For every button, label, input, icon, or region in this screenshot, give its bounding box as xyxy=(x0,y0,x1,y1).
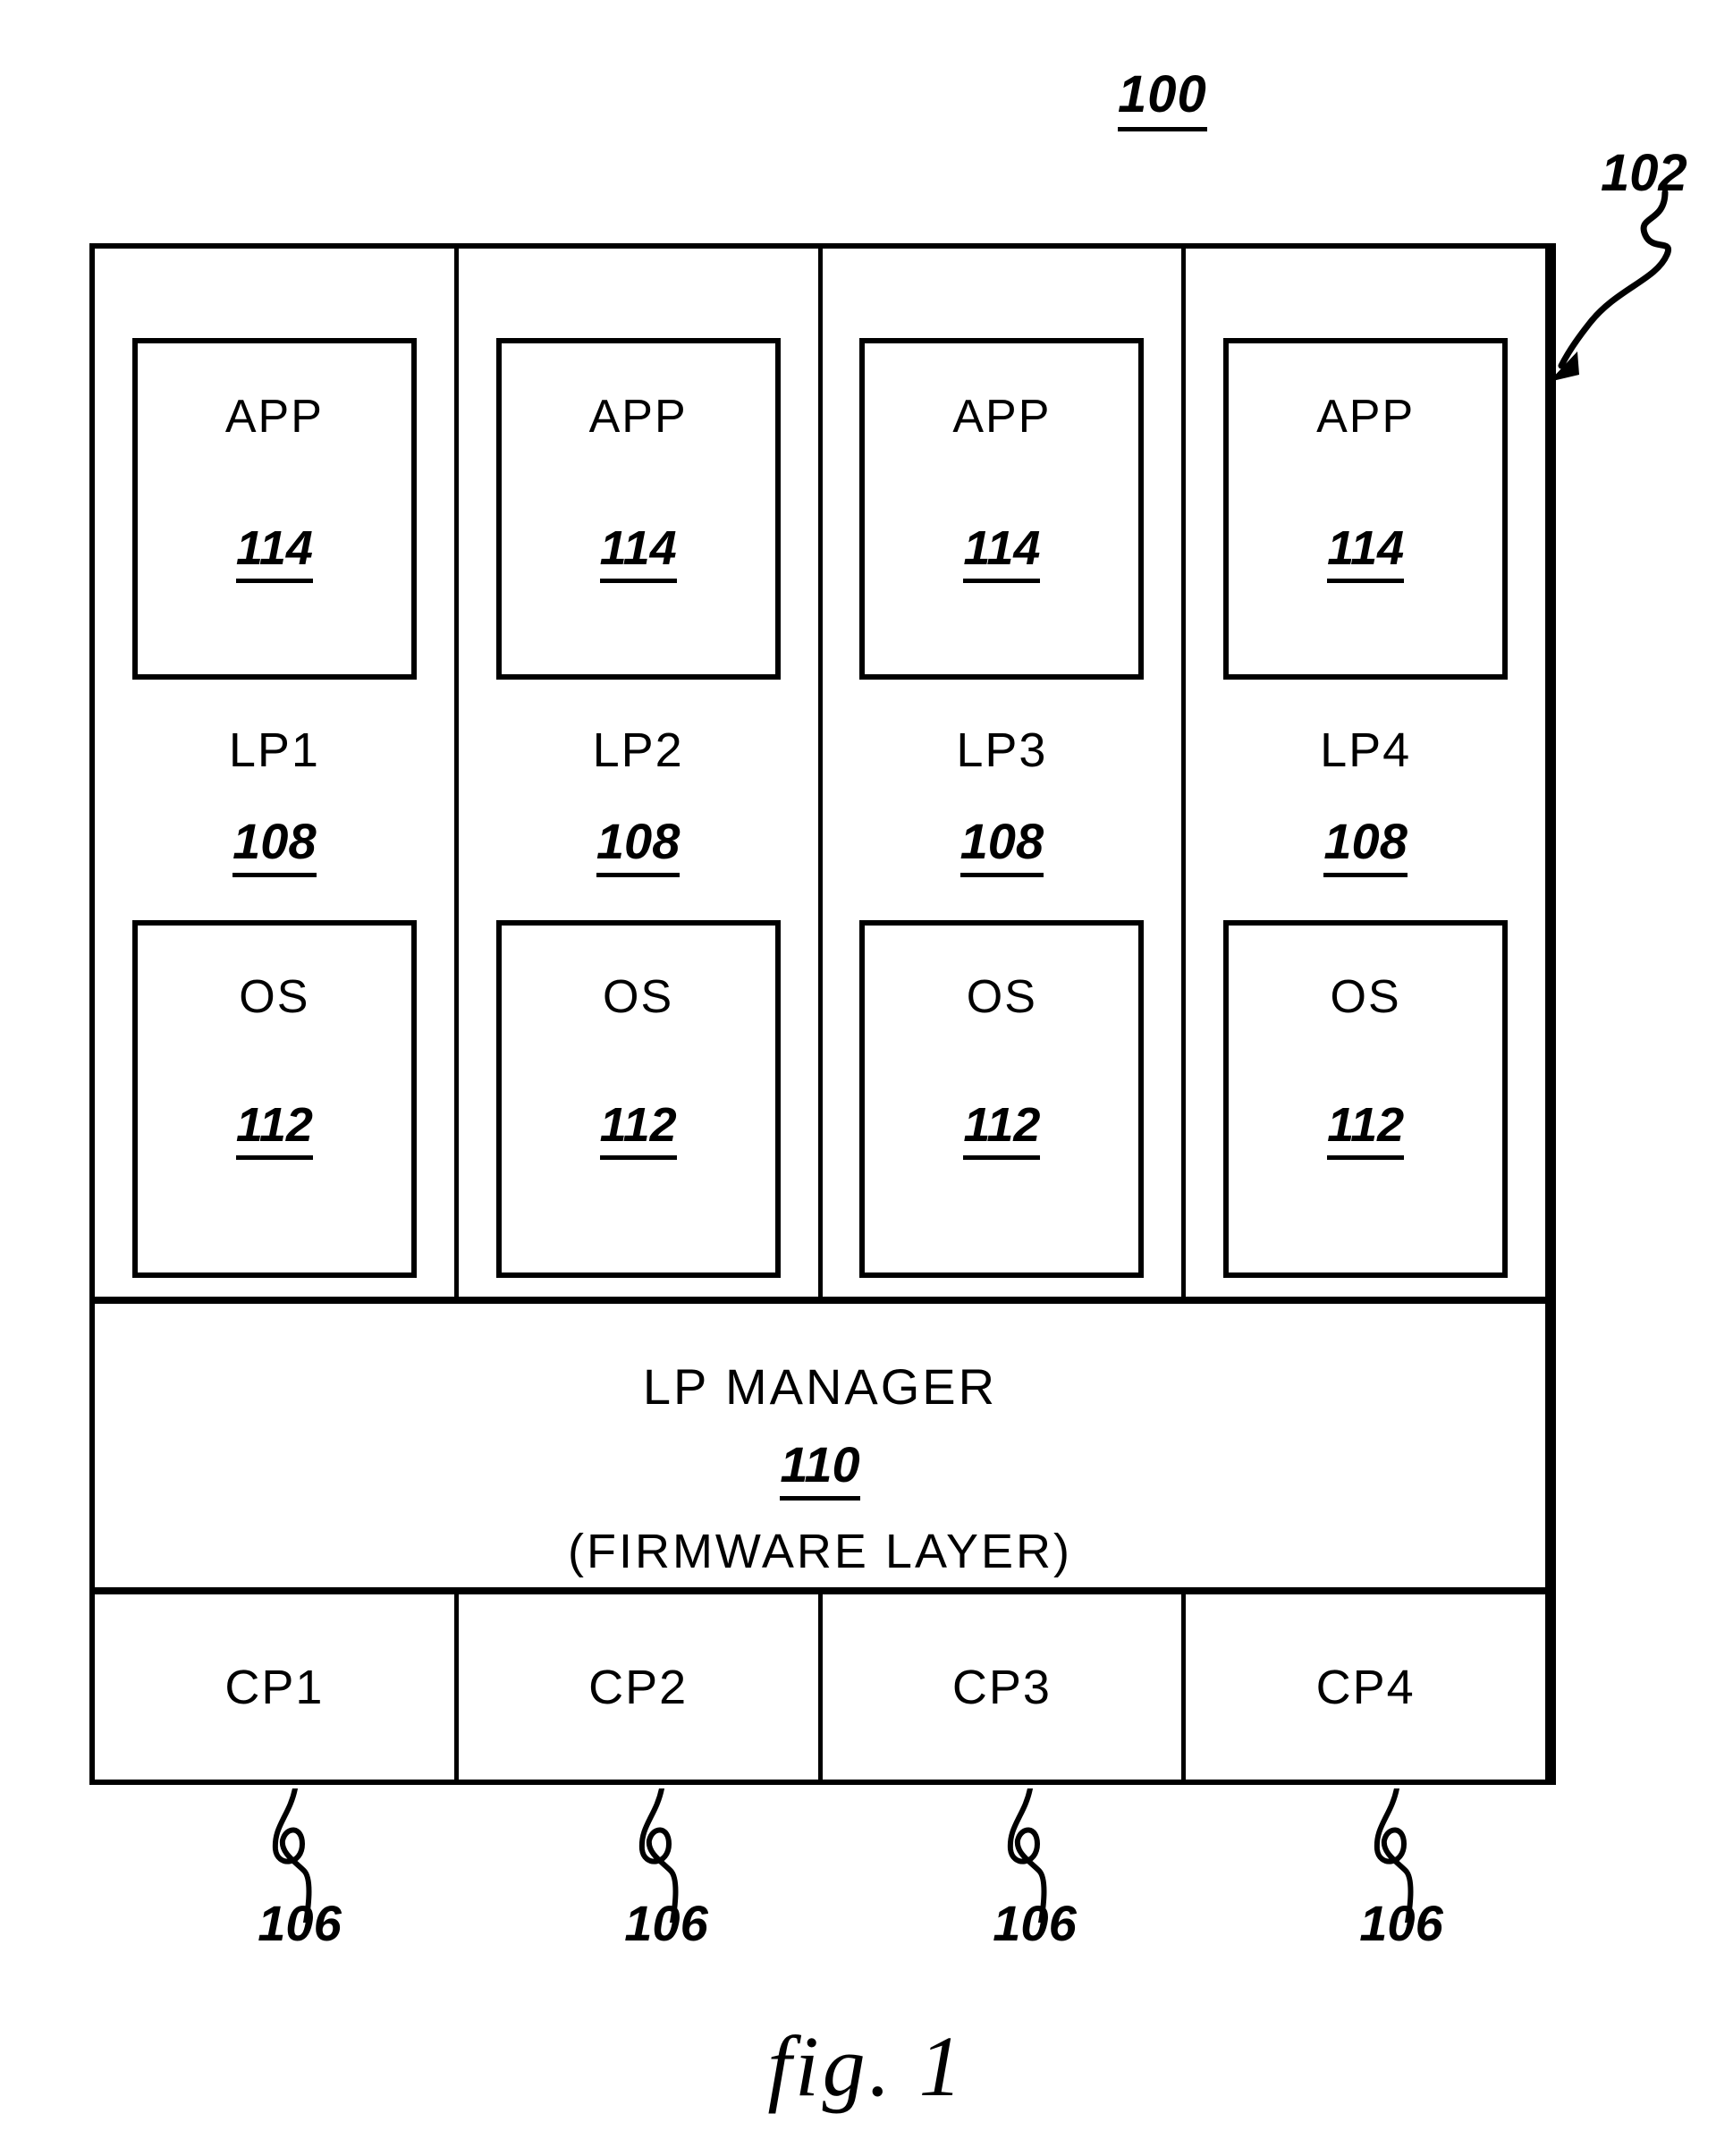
app-box-3: APP 114 xyxy=(859,338,1145,680)
lp-label-2: LP2 xyxy=(592,723,684,777)
app-box-2: APP 114 xyxy=(495,338,781,680)
os-label-2: OS xyxy=(603,971,674,1023)
system-box: APP 114 LP1 108 OS 112 APP 114 LP2 108 O… xyxy=(89,243,1556,1785)
app-reference-numeral-1: 114 xyxy=(235,520,313,583)
cp-cell-2: CP2 xyxy=(453,1594,818,1780)
app-label-3: APP xyxy=(952,391,1052,443)
app-reference-numeral-4: 114 xyxy=(1327,520,1405,583)
os-box-1: OS 112 xyxy=(131,920,417,1278)
os-reference-numeral-1: 112 xyxy=(235,1097,313,1160)
os-reference-numeral-2: 112 xyxy=(599,1097,677,1160)
os-box-2: OS 112 xyxy=(495,920,781,1278)
break-reference-numeral-4: 106 xyxy=(1359,1895,1443,1951)
system-reference-numeral: 100 xyxy=(1118,64,1207,131)
lp-manager-reference-numeral: 110 xyxy=(780,1435,860,1501)
lp-reference-numeral-2: 108 xyxy=(596,812,681,877)
logical-partition-column-1: APP 114 LP1 108 OS 112 xyxy=(95,249,454,1297)
app-reference-numeral-2: 114 xyxy=(599,520,677,583)
logical-partition-column-2: APP 114 LP2 108 OS 112 xyxy=(453,249,818,1297)
logical-partition-column-3: APP 114 LP3 108 OS 112 xyxy=(817,249,1182,1297)
lp-reference-numeral-1: 108 xyxy=(232,812,317,877)
cp-cell-3: CP3 xyxy=(817,1594,1182,1780)
lp-label-3: LP3 xyxy=(956,723,1048,777)
os-label-4: OS xyxy=(1330,971,1401,1023)
app-label-4: APP xyxy=(1316,391,1416,443)
app-box-4: APP 114 xyxy=(1223,338,1509,680)
callout-arrow-icon xyxy=(1549,189,1672,382)
central-processor-row: CP1 CP2 CP3 CP4 xyxy=(95,1587,1545,1780)
figure-caption: fig. 1 xyxy=(767,2018,966,2114)
app-label-2: APP xyxy=(588,391,688,443)
lp-manager-band: LP MANAGER 110 (FIRMWARE LAYER) xyxy=(95,1297,1545,1587)
lp-label-4: LP4 xyxy=(1320,723,1412,777)
app-label-1: APP xyxy=(224,391,324,443)
os-reference-numeral-3: 112 xyxy=(963,1097,1041,1160)
os-label-3: OS xyxy=(966,971,1037,1023)
lp-manager-title: LP MANAGER xyxy=(642,1358,998,1415)
lp-manager-subtitle: (FIRMWARE LAYER) xyxy=(567,1525,1072,1578)
lp-reference-numeral-3: 108 xyxy=(959,812,1044,877)
break-reference-numeral-1: 106 xyxy=(258,1895,342,1951)
os-box-4: OS 112 xyxy=(1223,920,1509,1278)
break-reference-numeral-3: 106 xyxy=(993,1895,1077,1951)
break-reference-numeral-2: 106 xyxy=(624,1895,708,1951)
lp-label-1: LP1 xyxy=(228,723,320,777)
cp-cell-1: CP1 xyxy=(224,1660,325,1714)
os-label-1: OS xyxy=(239,971,310,1023)
lp-reference-numeral-4: 108 xyxy=(1323,812,1408,877)
os-reference-numeral-4: 112 xyxy=(1327,1097,1405,1160)
app-box-1: APP 114 xyxy=(131,338,417,680)
cp-cell-4: CP4 xyxy=(1181,1594,1545,1780)
os-box-3: OS 112 xyxy=(859,920,1145,1278)
logical-partitions-region: APP 114 LP1 108 OS 112 APP 114 LP2 108 O… xyxy=(95,249,1545,1297)
logical-partition-column-4: APP 114 LP4 108 OS 112 xyxy=(1181,249,1545,1297)
app-reference-numeral-3: 114 xyxy=(963,520,1041,583)
